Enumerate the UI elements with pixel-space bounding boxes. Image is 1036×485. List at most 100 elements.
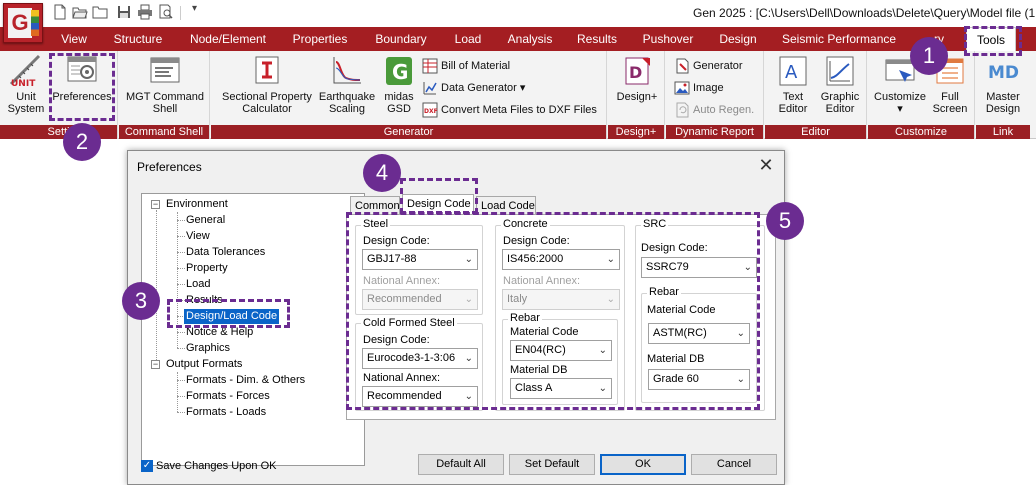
preferences-button[interactable]: Preferences [51,54,113,103]
tree-node-view[interactable]: View [186,229,210,244]
new-icon[interactable] [52,4,68,20]
tree-node-formats-dim[interactable]: Formats - Dim. & Others [186,373,305,388]
tab-load[interactable]: Load [450,27,486,51]
preferences-tree[interactable]: − Environment General View Data Toleranc… [141,193,365,466]
ok-button[interactable]: OK [600,454,686,475]
sectional-label-2: Calculator [242,103,292,115]
tab-properties[interactable]: Properties [288,27,352,51]
design-plus-icon: D [620,54,654,88]
full-screen-label-1: Full [941,91,959,103]
tab-design[interactable]: Design [714,27,762,51]
report-image-button[interactable]: Image [674,78,724,98]
cold-formed-design-code-select[interactable]: Eurocode3-1-3:06 ⌄ [362,348,478,369]
src-material-code-select[interactable]: ASTM(RC) ⌄ [648,323,750,344]
tab-load-code[interactable]: Load Code [476,196,536,215]
earthquake-scaling-button[interactable]: Earthquake Scaling [317,54,377,115]
tab-common[interactable]: Common [350,196,400,215]
steel-annex-value: Recommended [367,293,442,305]
text-editor-button[interactable]: A Text Editor [771,54,815,115]
tree-node-data-tolerances[interactable]: Data Tolerances [186,245,265,260]
open-icon[interactable] [72,4,88,20]
report-image-icon [674,80,690,96]
cold-formed-annex-select[interactable]: Recommended ⌄ [362,386,478,407]
tab-design-code[interactable]: Design Code [402,194,474,215]
tree-node-results[interactable]: Results [186,293,223,308]
auto-regen-icon [674,102,690,118]
concrete-annex-select[interactable]: Italy ⌄ [502,289,620,310]
master-design-label-2: Design [985,103,1021,115]
tree-node-design-load-code[interactable]: Design/Load Code [184,309,280,324]
data-generator-button[interactable]: Data Generator ▾ [422,78,525,98]
tree-node-general[interactable]: General [186,213,225,228]
ribbon-tab-bar: View Structure Node/Element Properties B… [0,27,1036,52]
report-generator-button[interactable]: Generator [674,56,743,76]
tree-node-load[interactable]: Load [186,277,210,292]
midas-gsd-icon: G [382,54,416,88]
src-material-code-value: ASTM(RC) [653,327,707,339]
master-design-icon: MD [986,54,1020,88]
master-design-label-1: Master [986,91,1020,103]
steel-design-code-value: GBJ17-88 [367,253,417,265]
sectional-property-calculator-button[interactable]: Sectional Property Calculator [219,54,315,115]
tree-node-formats-forces[interactable]: Formats - Forces [186,389,270,404]
chevron-down-icon: ⌄ [736,374,745,385]
quick-access-customize-icon[interactable]: ▾ [192,3,197,14]
tree-node-environment[interactable]: Environment [166,197,228,212]
output-formats-collapse-icon[interactable]: − [151,360,160,369]
design-plus-button[interactable]: D Design+ [614,54,660,103]
close-icon[interactable]: ✕ [756,156,776,176]
app-logo-icon[interactable]: G [3,3,43,43]
save-changes-checkbox[interactable]: ✓ [141,460,153,472]
data-generator-dropdown-icon[interactable]: ▾ [520,82,526,94]
design-code-tab-page: Steel Design Code: GBJ17-88 ⌄ National A… [346,214,776,420]
print-preview-icon[interactable] [158,4,174,20]
environment-collapse-icon[interactable]: − [151,200,160,209]
tab-structure[interactable]: Structure [108,27,168,51]
concrete-material-code-label: Material Code [510,326,579,338]
tab-tools[interactable]: Tools [966,27,1016,52]
tab-analysis[interactable]: Analysis [504,27,556,51]
bill-of-material-button[interactable]: Bill of Material [422,56,510,76]
print-icon[interactable] [137,4,153,20]
mgt-command-shell-button[interactable]: MGT Command Shell [125,54,205,115]
tree-node-output-formats[interactable]: Output Formats [166,357,242,372]
tab-node-element[interactable]: Node/Element [187,27,269,51]
tab-seismic-performance[interactable]: Seismic Performance [782,27,896,51]
concrete-material-db-select[interactable]: Class A ⌄ [510,378,612,399]
graphic-editor-button[interactable]: Graphic Editor [817,54,863,115]
gsd-label-1: midas [384,91,414,103]
tab-view[interactable]: View [56,27,92,51]
graphic-editor-icon [823,54,857,88]
concrete-material-code-select[interactable]: EN04(RC) ⌄ [510,340,612,361]
src-material-db-select[interactable]: Grade 60 ⌄ [648,369,750,390]
tree-node-graphics[interactable]: Graphics [186,341,230,356]
tab-boundary[interactable]: Boundary [370,27,432,51]
concrete-design-code-select[interactable]: IS456:2000 ⌄ [502,249,620,270]
tab-pushover[interactable]: Pushover [640,27,696,51]
tree-connector [177,348,185,349]
master-design-button[interactable]: MD Master Design [980,54,1026,115]
midas-gsd-button[interactable]: G midas GSD [379,54,419,115]
auto-regen-button[interactable]: Auto Regen. [674,100,754,120]
tree-node-property[interactable]: Property [186,261,228,276]
steel-annex-select[interactable]: Recommended ⌄ [362,289,478,310]
earthquake-scaling-icon [330,54,364,88]
tree-node-notice-help[interactable]: Notice & Help [186,325,253,340]
default-all-button[interactable]: Default All [418,454,504,475]
tree-connector [177,268,185,269]
save-icon[interactable] [116,4,132,20]
command-shell-icon [148,54,182,88]
tab-results[interactable]: Results [574,27,620,51]
unit-system-button[interactable]: UNIT Unit System [6,54,46,115]
convert-meta-to-dxf-button[interactable]: DXF Convert Meta Files to DXF Files [422,100,597,120]
tree-node-formats-loads[interactable]: Formats - Loads [186,405,266,420]
steel-design-code-select[interactable]: GBJ17-88 ⌄ [362,249,478,270]
graphic-editor-label-1: Graphic [820,91,860,103]
set-default-button[interactable]: Set Default [509,454,595,475]
cancel-button[interactable]: Cancel [691,454,777,475]
group-label-dynamic-report: Dynamic Report [666,125,763,139]
folder-icon[interactable] [92,4,108,20]
group-settings: UNIT Unit System Preferences Setti [0,51,118,139]
customize-dropdown-icon[interactable]: ▾ [897,103,903,115]
src-design-code-select[interactable]: SSRC79 ⌄ [641,257,757,278]
